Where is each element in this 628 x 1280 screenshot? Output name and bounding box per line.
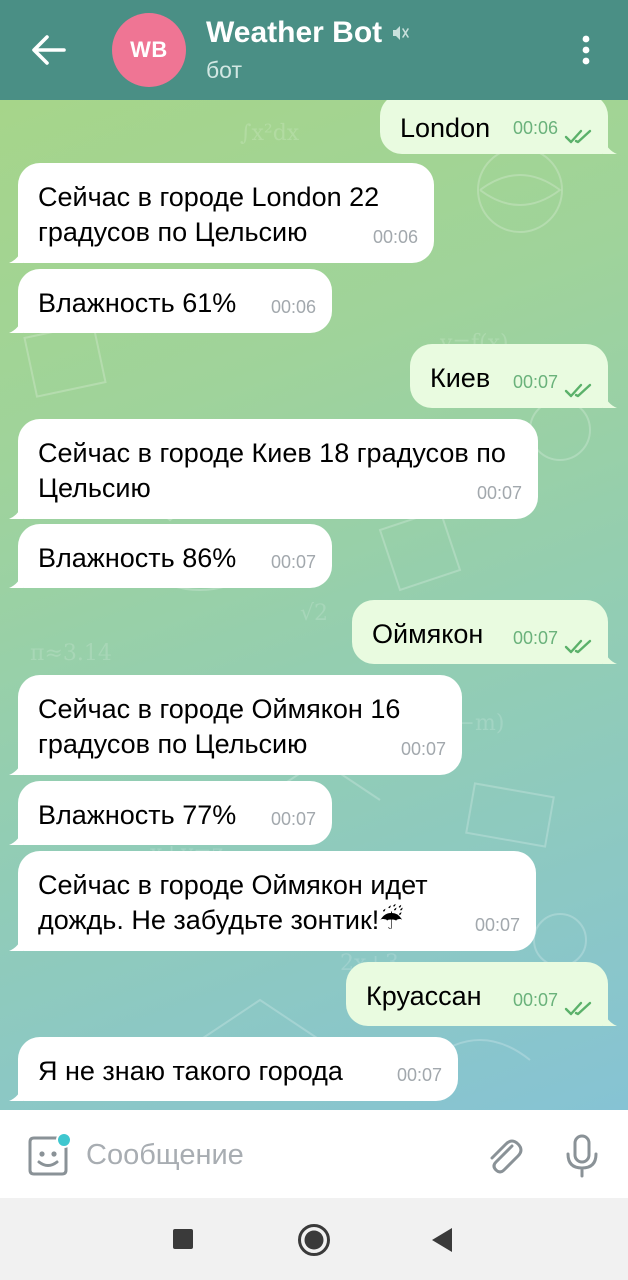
bubble-tail <box>9 247 23 263</box>
more-vertical-icon[interactable] <box>570 30 602 70</box>
message-bubble-incoming[interactable]: Влажность 77% 00:07 <box>9 781 332 845</box>
message-text: Круассан <box>366 981 482 1011</box>
svg-text:∫x²dx: ∫x²dx <box>240 121 300 146</box>
bubble-tail <box>9 935 23 951</box>
message-time: 00:07 <box>474 915 520 935</box>
message-text: Сейчас в городе Киев 18 градусов по Цель… <box>38 438 506 503</box>
message-bubble-incoming[interactable]: Сейчас в городе London 22 градусов по Це… <box>9 163 434 263</box>
message-bubble-incoming[interactable]: Сейчас в городе Оймякон 16 градусов по Ц… <box>9 675 462 775</box>
mic-icon[interactable] <box>562 1132 602 1180</box>
message-text: Я не знаю такого города <box>38 1056 343 1086</box>
svg-text:π≈3.14: π≈3.14 <box>30 641 112 666</box>
back-arrow-icon[interactable] <box>28 32 68 68</box>
svg-text:√2: √2 <box>300 601 328 626</box>
read-checkmarks-icon <box>564 129 592 144</box>
nav-recents-icon[interactable] <box>172 1228 194 1250</box>
system-navigation-bar <box>0 1198 628 1280</box>
message-text: Влажность 86% <box>38 543 237 573</box>
message-bubble-outgoing[interactable]: Оймякон 00:07 <box>352 600 617 664</box>
message-text: Влажность 77% <box>38 800 237 830</box>
chat-title-row[interactable]: Weather Bot <box>206 16 410 50</box>
read-checkmarks-icon <box>564 1001 592 1016</box>
chat-title: Weather Bot <box>206 16 383 49</box>
bubble-tail <box>9 1085 23 1101</box>
message-time: 00:07 <box>400 739 446 759</box>
bubble-tail <box>9 572 23 588</box>
message-bubble-incoming[interactable]: Сейчас в городе Оймякон идет дождь. Не з… <box>9 851 536 951</box>
message-time: 00:07 <box>270 552 316 572</box>
message-text: Оймякон <box>372 619 484 649</box>
nav-back-icon[interactable] <box>430 1227 454 1253</box>
nav-home-icon[interactable] <box>296 1222 332 1258</box>
bubble-tail <box>9 759 23 775</box>
message-composer <box>0 1110 628 1198</box>
message-time: 00:06 <box>372 227 418 247</box>
message-time: 00:07 <box>512 990 558 1010</box>
message-bubble-incoming[interactable]: Сейчас в городе Киев 18 градусов по Цель… <box>9 419 538 519</box>
message-text: Сейчас в городе London 22 градусов по Це… <box>38 182 380 247</box>
bubble-tail <box>603 648 617 664</box>
bubble-tail <box>9 829 23 845</box>
message-text: Сейчас в городе Оймякон идет дождь. Не з… <box>38 870 428 935</box>
message-bubble-incoming[interactable]: Я не знаю такого города 00:07 <box>9 1037 458 1101</box>
message-text: Киев <box>430 363 491 393</box>
chat-header: WB Weather Bot бот <box>0 0 628 100</box>
message-time: 00:06 <box>270 297 316 317</box>
mute-icon <box>393 26 409 40</box>
bubble-tail <box>603 392 617 408</box>
message-bubble-outgoing[interactable]: Круассан 00:07 <box>346 962 617 1026</box>
sticker-icon[interactable] <box>24 1132 72 1180</box>
attach-icon[interactable] <box>482 1134 526 1178</box>
message-text: London <box>400 113 491 143</box>
message-bubble-incoming[interactable]: Влажность 86% 00:07 <box>9 524 332 588</box>
read-checkmarks-icon <box>564 383 592 398</box>
message-text: Влажность 61% <box>38 288 237 318</box>
message-bubble-incoming[interactable]: Влажность 61% 00:06 <box>9 269 332 333</box>
read-checkmarks-icon <box>564 639 592 654</box>
message-time: 00:07 <box>512 372 558 392</box>
bubble-tail <box>603 138 617 154</box>
message-time: 00:07 <box>270 809 316 829</box>
bubble-tail <box>9 503 23 519</box>
message-input[interactable] <box>86 1134 466 1176</box>
message-text: Сейчас в городе Оймякон 16 градусов по Ц… <box>38 694 401 759</box>
message-time: 00:07 <box>476 483 522 503</box>
chat-subtitle: бот <box>206 57 242 83</box>
bubble-tail <box>9 317 23 333</box>
message-bubble-outgoing[interactable]: London 00:06 <box>380 100 617 154</box>
message-bubble-outgoing[interactable]: Киев 00:07 <box>410 344 617 408</box>
message-time: 00:06 <box>512 118 558 138</box>
message-time: 00:07 <box>396 1065 442 1085</box>
chat-area[interactable]: ∫x²dx a²+b² y=f(x) log √2 π≈3.14 Σ(x−m) … <box>0 100 628 1110</box>
bubble-tail <box>603 1010 617 1026</box>
message-time: 00:07 <box>512 628 558 648</box>
avatar[interactable]: WB <box>112 13 186 87</box>
